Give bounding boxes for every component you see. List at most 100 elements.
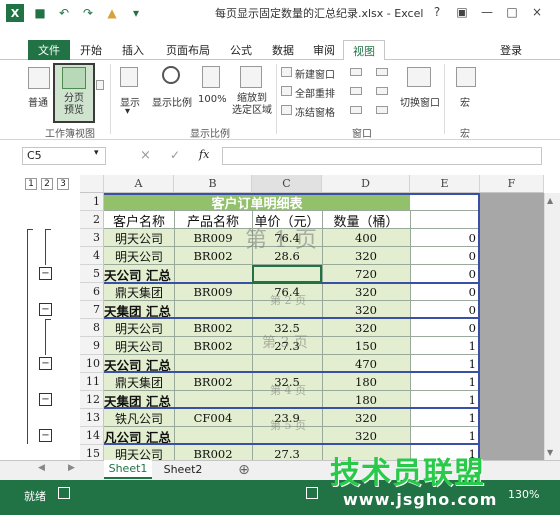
- row-header[interactable]: 13: [80, 409, 104, 427]
- cell-a3[interactable]: 明天公司: [104, 229, 174, 247]
- cell-a2[interactable]: 客户名称: [104, 211, 174, 230]
- collapse-group-button[interactable]: −: [39, 357, 52, 370]
- redo-icon[interactable]: ↷: [80, 5, 96, 21]
- split-icon[interactable]: [350, 68, 362, 76]
- cell-d6[interactable]: 320: [322, 283, 410, 301]
- row-header[interactable]: 3: [80, 229, 104, 247]
- cell-a11[interactable]: 鼎天集团: [104, 373, 174, 391]
- cell-d3[interactable]: 400: [322, 229, 410, 247]
- scroll-up-icon[interactable]: ▲: [547, 196, 553, 205]
- quick-access-customize-icon[interactable]: ▾: [128, 5, 144, 21]
- outline-level-3-button[interactable]: 3: [57, 178, 69, 190]
- normal-view-status-icon[interactable]: [306, 487, 318, 499]
- outline-level-1-button[interactable]: 1: [25, 178, 37, 190]
- cell-e11[interactable]: 1: [410, 373, 480, 391]
- cell-e13[interactable]: 1: [410, 409, 480, 427]
- cell-d5[interactable]: 720: [322, 265, 410, 283]
- sheet-tab-sheet2[interactable]: Sheet2: [158, 460, 208, 479]
- row-header[interactable]: 8: [80, 319, 104, 337]
- cell-b13[interactable]: CF004: [174, 409, 252, 427]
- previous-sheet-icon[interactable]: ◀: [38, 463, 45, 473]
- column-header-b[interactable]: B: [174, 175, 252, 193]
- cell-e6[interactable]: 0: [410, 283, 480, 301]
- column-header-c[interactable]: C: [252, 175, 322, 193]
- cell-a9[interactable]: 明天公司: [104, 337, 174, 355]
- insert-function-icon[interactable]: fx: [199, 148, 209, 161]
- zoom-level[interactable]: 130%: [508, 488, 539, 501]
- collapse-group-button[interactable]: −: [39, 267, 52, 280]
- page-break-line[interactable]: [104, 317, 480, 319]
- page-break-line[interactable]: [104, 407, 480, 409]
- zoom-to-selection-button[interactable]: 缩放到 选定区域: [232, 93, 272, 117]
- row-header[interactable]: 10: [80, 355, 104, 373]
- cell-e9[interactable]: 1: [410, 337, 480, 355]
- cell-e3[interactable]: 0: [410, 229, 480, 247]
- open-folder-icon[interactable]: ▲: [104, 5, 120, 21]
- reset-window-position-icon[interactable]: [376, 106, 388, 114]
- cell-a6[interactable]: 鼎天集团: [104, 283, 174, 301]
- normal-view-button[interactable]: 普通: [28, 94, 48, 109]
- cell-e4[interactable]: 0: [410, 247, 480, 265]
- name-box-dropdown-icon[interactable]: ▾: [94, 148, 99, 158]
- row-header[interactable]: 6: [80, 283, 104, 301]
- column-header-a[interactable]: A: [104, 175, 174, 193]
- restore-icon[interactable]: □: [503, 3, 521, 21]
- row-header[interactable]: 12: [80, 391, 104, 409]
- undo-icon[interactable]: ↶: [56, 5, 72, 21]
- tab-formulas[interactable]: 公式: [230, 42, 252, 58]
- formula-input[interactable]: [222, 147, 542, 165]
- macro-record-icon[interactable]: [58, 487, 70, 499]
- row-header[interactable]: 4: [80, 247, 104, 265]
- cell-d13[interactable]: 320: [322, 409, 410, 427]
- save-icon[interactable]: ■: [32, 5, 48, 21]
- page-break-line[interactable]: [104, 371, 480, 373]
- sheet-tab-sheet1[interactable]: Sheet1: [104, 460, 152, 479]
- selected-cell[interactable]: [252, 265, 322, 283]
- switch-window-button[interactable]: 切换窗口: [400, 94, 440, 109]
- page-break-line[interactable]: [478, 193, 480, 460]
- tab-file[interactable]: 文件: [28, 40, 70, 60]
- synchronous-scrolling-icon[interactable]: [376, 87, 388, 95]
- row-header[interactable]: 7: [80, 301, 104, 319]
- cell-a8[interactable]: 明天公司: [104, 319, 174, 337]
- cell-a5[interactable]: 天公司 汇总: [104, 265, 174, 283]
- cell-b9[interactable]: BR002: [174, 337, 252, 355]
- page-break-line[interactable]: [104, 193, 480, 195]
- collapse-group-button[interactable]: −: [39, 303, 52, 316]
- cell-b8[interactable]: BR002: [174, 319, 252, 337]
- add-sheet-button[interactable]: ⊕: [232, 460, 256, 479]
- row-header[interactable]: 2: [80, 211, 104, 229]
- cell-d11[interactable]: 180: [322, 373, 410, 391]
- scroll-down-icon[interactable]: ▼: [547, 448, 553, 457]
- tab-insert[interactable]: 插入: [122, 42, 144, 58]
- cell-e5[interactable]: 0: [410, 265, 480, 283]
- cell-b6[interactable]: BR009: [174, 283, 252, 301]
- cell-b2[interactable]: 产品名称: [174, 211, 252, 230]
- cell-e1[interactable]: [410, 193, 480, 211]
- cell-b4[interactable]: BR002: [174, 247, 252, 265]
- column-header-d[interactable]: D: [322, 175, 410, 193]
- column-header-f[interactable]: F: [480, 175, 544, 193]
- tab-review[interactable]: 审阅: [313, 42, 335, 58]
- login-link[interactable]: 登录: [500, 42, 522, 58]
- outline-level-2-button[interactable]: 2: [41, 178, 53, 190]
- tab-view[interactable]: 视图: [343, 40, 385, 61]
- row-header[interactable]: 9: [80, 337, 104, 355]
- cell-e2[interactable]: [410, 211, 480, 229]
- hide-icon[interactable]: [350, 87, 362, 95]
- tab-data[interactable]: 数据: [272, 42, 294, 58]
- cancel-entry-icon[interactable]: ×: [140, 148, 151, 163]
- cell-d9[interactable]: 150: [322, 337, 410, 355]
- column-header-e[interactable]: E: [410, 175, 480, 193]
- cell-b5[interactable]: [174, 265, 252, 283]
- collapse-group-button[interactable]: −: [39, 393, 52, 406]
- row-header[interactable]: 11: [80, 373, 104, 391]
- unhide-icon[interactable]: [350, 106, 362, 114]
- cell-e8[interactable]: 0: [410, 319, 480, 337]
- collapse-group-button[interactable]: −: [39, 429, 52, 442]
- cell-b11[interactable]: BR002: [174, 373, 252, 391]
- page-layout-view-icon[interactable]: [96, 80, 104, 90]
- tab-page-layout[interactable]: 页面布局: [166, 42, 210, 58]
- select-all-corner[interactable]: [80, 175, 104, 193]
- row-header[interactable]: 14: [80, 427, 104, 445]
